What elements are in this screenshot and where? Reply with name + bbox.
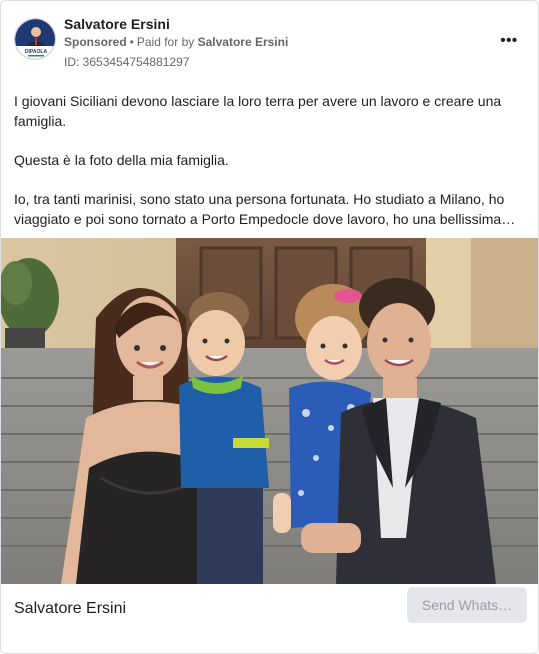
ad-header: DIPAOLA Salvatore Ersini Sponsored • Paid … — [1, 1, 538, 79]
page-name[interactable]: Salvatore Ersini — [64, 16, 170, 32]
family-photo — [1, 238, 538, 584]
footer-page-name[interactable]: Salvatore Ersini — [14, 600, 126, 618]
more-dots-icon: ••• — [500, 31, 518, 49]
sponsored-line: Sponsored • Paid for by Salvatore Ersini — [64, 35, 288, 49]
paid-for-name[interactable]: Salvatore Ersini — [198, 35, 289, 49]
sponsored-label: Sponsored — [64, 35, 127, 49]
more-options-button[interactable]: ••• — [498, 29, 520, 51]
ad-card: DIPAOLA Salvatore Ersini Sponsored • Paid … — [0, 0, 539, 654]
ad-photo[interactable] — [1, 238, 538, 584]
ad-id: ID: 3653454754881297 — [64, 55, 190, 69]
body-paragraph: Questa è la foto della mia famiglia. — [14, 152, 229, 168]
avatar-image: DIPAOLA — [15, 19, 55, 59]
body-paragraph: I giovani Siciliani devono lasciare la l… — [14, 93, 502, 129]
ad-body-text: I giovani Siciliani devono lasciare la l… — [14, 91, 524, 229]
avatar[interactable]: DIPAOLA — [14, 18, 56, 60]
body-paragraph: Io, tra tanti marinisi, sono stato una p… — [14, 191, 516, 227]
send-whatsapp-button[interactable]: Send Whats… — [407, 587, 527, 623]
ad-footer: Salvatore Ersini Send Whats… — [1, 584, 538, 653]
paid-for-prefix: Paid for by — [136, 35, 195, 49]
avatar-caption: DIPAOLA — [25, 49, 48, 55]
separator-dot: • — [129, 35, 134, 49]
